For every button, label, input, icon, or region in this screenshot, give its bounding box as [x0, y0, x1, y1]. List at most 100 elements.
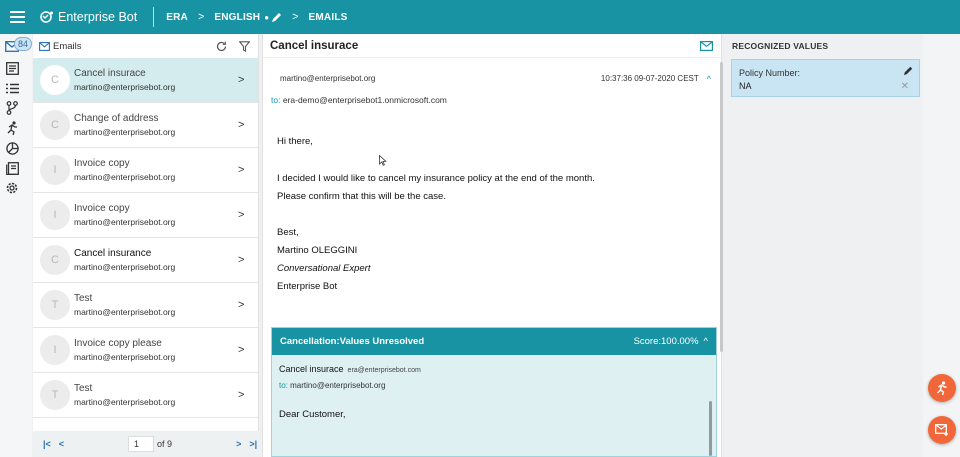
- email-to: era-demo@enterprisebot1.onmicrosoft.com: [282, 95, 447, 105]
- email-list-item-from: martino@enterprisebot.org: [74, 172, 176, 182]
- first-page-icon[interactable]: |<: [43, 439, 51, 449]
- filter-icon[interactable]: [239, 40, 250, 52]
- scrollbar[interactable]: [709, 401, 712, 456]
- response-subject-row: Cancel insurace era@enterprisebot.com: [279, 364, 716, 374]
- email-list-item-from: martino@enterprisebot.org: [74, 217, 176, 227]
- breadcrumb-emails[interactable]: EMAILS: [309, 12, 348, 23]
- pencil-icon[interactable]: [903, 66, 913, 76]
- side-margin: [923, 34, 960, 457]
- collapse-icon[interactable]: ^: [707, 74, 711, 84]
- prev-page-icon[interactable]: <: [59, 439, 64, 449]
- divider: [153, 7, 155, 27]
- brand[interactable]: Enterprise Bot: [39, 10, 137, 24]
- email-list-item-from: martino@enterprisebot.org: [74, 82, 176, 92]
- branch-icon[interactable]: [4, 100, 20, 116]
- breadcrumb-language[interactable]: ENGLISH: [214, 12, 260, 23]
- mouse-cursor-icon: [379, 155, 387, 166]
- response-score: Score:100.00%: [633, 336, 699, 347]
- refresh-icon[interactable]: [216, 41, 227, 52]
- avatar: C: [40, 245, 70, 275]
- email-title-bar: Cancel insurace: [263, 34, 721, 58]
- email-list-panel: Emails C Cancel insurace martino@enterpris…: [33, 34, 259, 457]
- email-list-item-text: Change of address martino@enterprisebot.o…: [74, 113, 238, 137]
- email-list-item-from: martino@enterprisebot.org: [74, 262, 176, 272]
- email-subject: Cancel insurace: [270, 39, 359, 52]
- avatar: I: [40, 200, 70, 230]
- runner-icon[interactable]: [4, 120, 20, 136]
- email-list-item-text: Cancel insurace martino@enterprisebot.org: [74, 68, 238, 92]
- email-body-line: Please confirm that this will be the cas…: [277, 191, 446, 202]
- list-icon[interactable]: [4, 80, 20, 96]
- mail-icon[interactable]: [700, 40, 713, 51]
- recognized-values-panel: RECOGNIZED VALUES Policy Number: NA ✕: [727, 34, 923, 457]
- last-page-icon[interactable]: >|: [249, 439, 257, 449]
- response-title: Cancellation:Values Unresolved: [280, 336, 425, 347]
- brand-name: Enterprise Bot: [58, 10, 138, 24]
- email-list-item-text: Test martino@enterprisebot.org: [74, 383, 238, 407]
- email-body-line: I decided I would like to cancel my insu…: [277, 173, 595, 184]
- pencil-icon[interactable]: [271, 12, 282, 23]
- chevron-right-icon: >: [292, 11, 299, 23]
- page-number-input[interactable]: 1: [128, 436, 155, 452]
- settings-icon[interactable]: [4, 180, 20, 196]
- runner-fab-button[interactable]: [928, 374, 956, 402]
- avatar: C: [40, 110, 70, 140]
- chevron-right-icon[interactable]: >: [238, 344, 258, 356]
- email-list-item[interactable]: I Invoice copy martino@enterprisebot.org >: [33, 193, 258, 238]
- breadcrumb-era[interactable]: ERA: [166, 12, 188, 23]
- runner-icon: [937, 381, 947, 395]
- chevron-right-icon[interactable]: >: [238, 74, 258, 86]
- book-icon[interactable]: [4, 160, 20, 176]
- email-body-line: Enterprise Bot: [277, 281, 338, 292]
- email-meta: martino@enterprisebot.org 10:37:36 09-07…: [280, 74, 711, 84]
- email-list-item-subject: Cancel insurace: [74, 68, 146, 79]
- document-icon[interactable]: [4, 60, 20, 76]
- dot-icon: ●: [264, 12, 270, 22]
- response-header[interactable]: Cancellation:Values Unresolved Score:100…: [272, 328, 716, 355]
- chevron-right-icon[interactable]: >: [238, 389, 258, 401]
- email-list-item[interactable]: I Invoice copy martino@enterprisebot.org >: [33, 148, 258, 193]
- chevron-right-icon[interactable]: >: [238, 254, 258, 266]
- email-list-item[interactable]: T Test martino@enterprisebot.org >: [33, 283, 258, 328]
- response-to-row: to: martino@enterprisebot.org: [279, 381, 716, 390]
- chevron-right-icon[interactable]: >: [238, 164, 258, 176]
- chevron-right-icon[interactable]: >: [238, 299, 258, 311]
- pagination: |< < 1 of 9 > >|: [33, 431, 259, 457]
- email-list-item-subject: Cancel insurance: [74, 248, 152, 259]
- email-list-item-subject: Invoice copy: [74, 203, 130, 214]
- response-greeting: Dear Customer,: [279, 409, 346, 420]
- next-page-icon[interactable]: >: [236, 439, 241, 449]
- email-list-item[interactable]: C Cancel insurance martino@enterprisebot.o…: [33, 238, 258, 283]
- collapse-icon[interactable]: ^: [704, 336, 708, 347]
- email-list-item[interactable]: T Test martino@enterprisebot.org >: [33, 373, 258, 418]
- email-list-item[interactable]: C Cancel insurace martino@enterprisebot.or…: [33, 58, 258, 103]
- compose-fab-button[interactable]: [928, 416, 956, 444]
- email-list-item[interactable]: I Invoice copy please martino@enterprisebo…: [33, 328, 258, 373]
- email-list-item-text: Test martino@enterprisebot.org: [74, 293, 238, 317]
- email-list-item-subject: Invoice copy please: [74, 338, 162, 349]
- email-list-header: Emails: [33, 34, 258, 58]
- recognized-value-card[interactable]: Policy Number: NA ✕: [731, 59, 920, 97]
- chevron-right-icon[interactable]: >: [238, 119, 258, 131]
- email-body-line: Martino OLEGGINI: [277, 245, 358, 256]
- page-total: of 9: [157, 439, 173, 449]
- email-list-item-text: Cancel insurance martino@enterprisebot.or…: [74, 248, 238, 272]
- response-from: era@enterprisebot.com: [347, 367, 421, 374]
- email-list-item-from: martino@enterprisebot.org: [74, 127, 176, 137]
- close-icon[interactable]: ✕: [901, 81, 909, 92]
- chevron-right-icon[interactable]: >: [238, 209, 258, 221]
- top-bar: Enterprise Bot ERA > ENGLISH ● > EMAILS: [0, 0, 960, 34]
- response-to: martino@enterprisebot.org: [290, 381, 386, 390]
- mail-icon: [39, 41, 50, 51]
- email-body-line: Conversational Expert: [277, 263, 371, 274]
- email-list-item-text: Invoice copy please martino@enterprisebot…: [74, 338, 238, 362]
- response-card: Cancellation:Values Unresolved Score:100…: [271, 327, 717, 457]
- scrollbar[interactable]: [720, 62, 723, 352]
- chart-icon[interactable]: [4, 140, 20, 156]
- email-list-item[interactable]: C Change of address martino@enterprisebot.…: [33, 103, 258, 148]
- email-timestamp: 10:37:36 09-07-2020 CEST: [600, 74, 699, 83]
- email-list-item-text: Invoice copy martino@enterprisebot.org: [74, 158, 238, 182]
- email-to-row: to: era-demo@enterprisebot1.onmicrosoft.…: [271, 95, 447, 105]
- icon-rail: 84: [0, 34, 32, 457]
- menu-icon[interactable]: [0, 0, 34, 34]
